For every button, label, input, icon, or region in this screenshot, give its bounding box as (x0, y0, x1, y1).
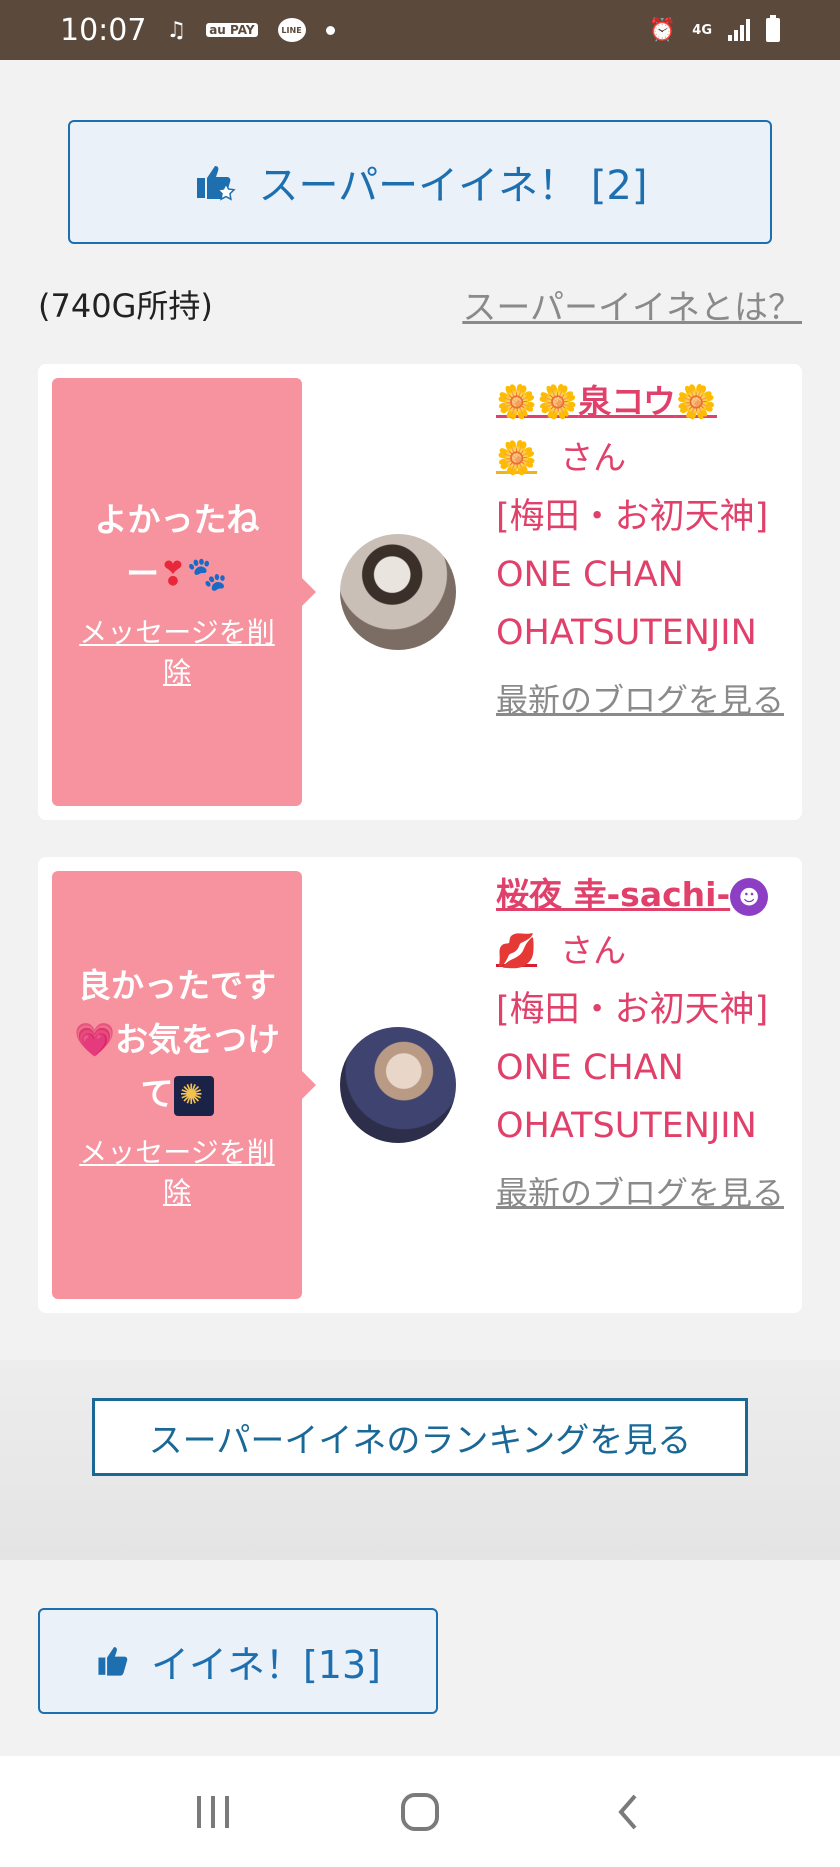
status-time: 10:07 (60, 12, 147, 48)
heart-icon: 💗 (73, 1020, 116, 1059)
battery-icon (766, 15, 780, 42)
notification-dot-icon (325, 25, 335, 35)
au-pay-icon: au PAY (206, 23, 258, 37)
system-nav-bar (0, 1756, 840, 1867)
super-like-button[interactable]: スーパーイイネ！ [2] (68, 120, 772, 244)
line-icon: LINE (277, 18, 306, 42)
delete-message-link[interactable]: メッセージを削除 (68, 611, 286, 691)
avatar[interactable] (340, 534, 456, 650)
devil-icon: ☻ (730, 877, 769, 916)
latest-blog-link[interactable]: 最新のブログを見る (496, 1165, 796, 1221)
points-row: (740G所持) スーパーイイネとは？ (38, 280, 802, 328)
heart-icon: ❣ (159, 554, 187, 593)
message-bubble: 良かったです 💗お気をつけ て メッセージを削除 (52, 871, 316, 1299)
fireworks-icon (173, 1075, 214, 1116)
signal-icon (728, 19, 750, 41)
thumbs-up-star-icon (196, 166, 236, 201)
thumbs-up-icon (98, 1647, 128, 1676)
recent-apps-icon (197, 1795, 230, 1828)
shop-name: [梅田・お初天神] ONE CHAN OHATSUTENJIN (496, 497, 769, 653)
home-button[interactable] (390, 1782, 450, 1842)
paw-prints-icon: 🐾 (186, 554, 228, 593)
home-icon (400, 1792, 439, 1831)
like-button-label: イイネ！[13] (150, 1642, 381, 1687)
recent-apps-button[interactable] (183, 1782, 243, 1842)
super-like-button-label: スーパーイイネ！ [2] (258, 163, 648, 209)
status-bar: 10:07 ♫ au PAY LINE ⏰ 4G (0, 0, 840, 60)
delete-message-link[interactable]: メッセージを削除 (68, 1131, 286, 1211)
back-icon (617, 1794, 637, 1829)
what-is-super-like-link[interactable]: スーパーイイネとは？ (462, 280, 802, 329)
network-4g-icon: 4G (692, 22, 712, 38)
latest-blog-link[interactable]: 最新のブログを見る (496, 672, 796, 728)
points-text: (740G所持) (38, 287, 213, 325)
profile-info: 🌼🌼泉コウ🌼 🌼 さん [梅田・お初天神] ONE CHAN OHATSUTEN… (496, 374, 796, 728)
honorific: さん (560, 438, 627, 477)
music-note-icon: ♫ (166, 17, 187, 43)
profile-name: 🌼🌼泉コウ🌼 🌼 さん (496, 374, 796, 486)
profile-name-link[interactable]: 🌼🌼泉コウ🌼 (496, 382, 717, 421)
super-like-card: よかったね ー❣🐾 メッセージを削除 🌼🌼泉コウ🌼 🌼 さん [梅田・お初天神]… (38, 364, 802, 820)
honorific: さん (560, 931, 627, 970)
shop-name: [梅田・お初天神] ONE CHAN OHATSUTENJIN (496, 990, 769, 1146)
avatar[interactable] (340, 1027, 456, 1143)
super-like-card: 良かったです 💗お気をつけ て メッセージを削除 桜夜 幸-sachi-☻ 💋 … (38, 857, 802, 1313)
alarm-icon: ⏰ (648, 17, 677, 43)
like-button[interactable]: イイネ！[13] (38, 1608, 438, 1714)
profile-name-link-cont[interactable]: 🌼 (496, 438, 537, 477)
message-text: よかったね ー❣🐾 (94, 500, 260, 593)
profile-name: 桜夜 幸-sachi- ☻ 💋 さん (496, 867, 796, 979)
lips-icon[interactable]: 💋 (496, 931, 537, 970)
back-button[interactable] (597, 1782, 657, 1842)
message-text: 良かったです 💗お気をつけ て (74, 959, 280, 1121)
profile-name-link[interactable]: 桜夜 幸-sachi- ☻ (496, 875, 769, 916)
super-like-ranking-button[interactable]: スーパーイイネのランキングを見る (92, 1398, 748, 1476)
message-bubble: よかったね ー❣🐾 メッセージを削除 (52, 378, 316, 806)
profile-info: 桜夜 幸-sachi- ☻ 💋 さん [梅田・お初天神] ONE CHAN OHA… (496, 867, 796, 1221)
